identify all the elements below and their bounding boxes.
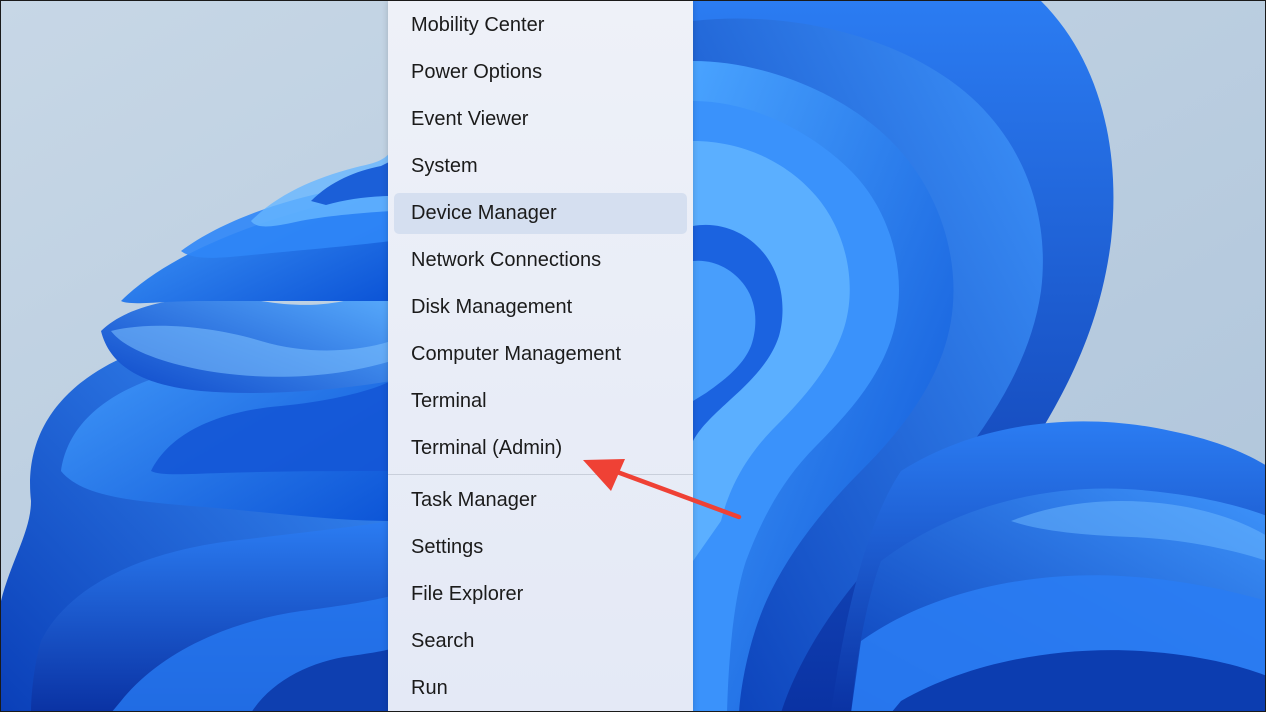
menu-item-network-connections[interactable]: Network Connections [394,240,687,281]
menu-item-disk-management[interactable]: Disk Management [394,287,687,328]
menu-item-power-options[interactable]: Power Options [394,52,687,93]
menu-item-event-viewer[interactable]: Event Viewer [394,99,687,140]
menu-item-task-manager[interactable]: Task Manager [394,480,687,521]
menu-divider [388,474,693,475]
menu-item-computer-management[interactable]: Computer Management [394,334,687,375]
menu-item-run[interactable]: Run [394,668,687,709]
menu-item-terminal-admin[interactable]: Terminal (Admin) [394,428,687,469]
menu-item-terminal[interactable]: Terminal [394,381,687,422]
menu-item-search[interactable]: Search [394,621,687,662]
menu-item-system[interactable]: System [394,146,687,187]
menu-item-settings[interactable]: Settings [394,527,687,568]
quick-link-context-menu: Mobility Center Power Options Event View… [388,1,693,711]
desktop-screen: Mobility Center Power Options Event View… [0,0,1266,712]
menu-item-mobility-center[interactable]: Mobility Center [394,5,687,46]
menu-item-file-explorer[interactable]: File Explorer [394,574,687,615]
menu-item-device-manager[interactable]: Device Manager [394,193,687,234]
